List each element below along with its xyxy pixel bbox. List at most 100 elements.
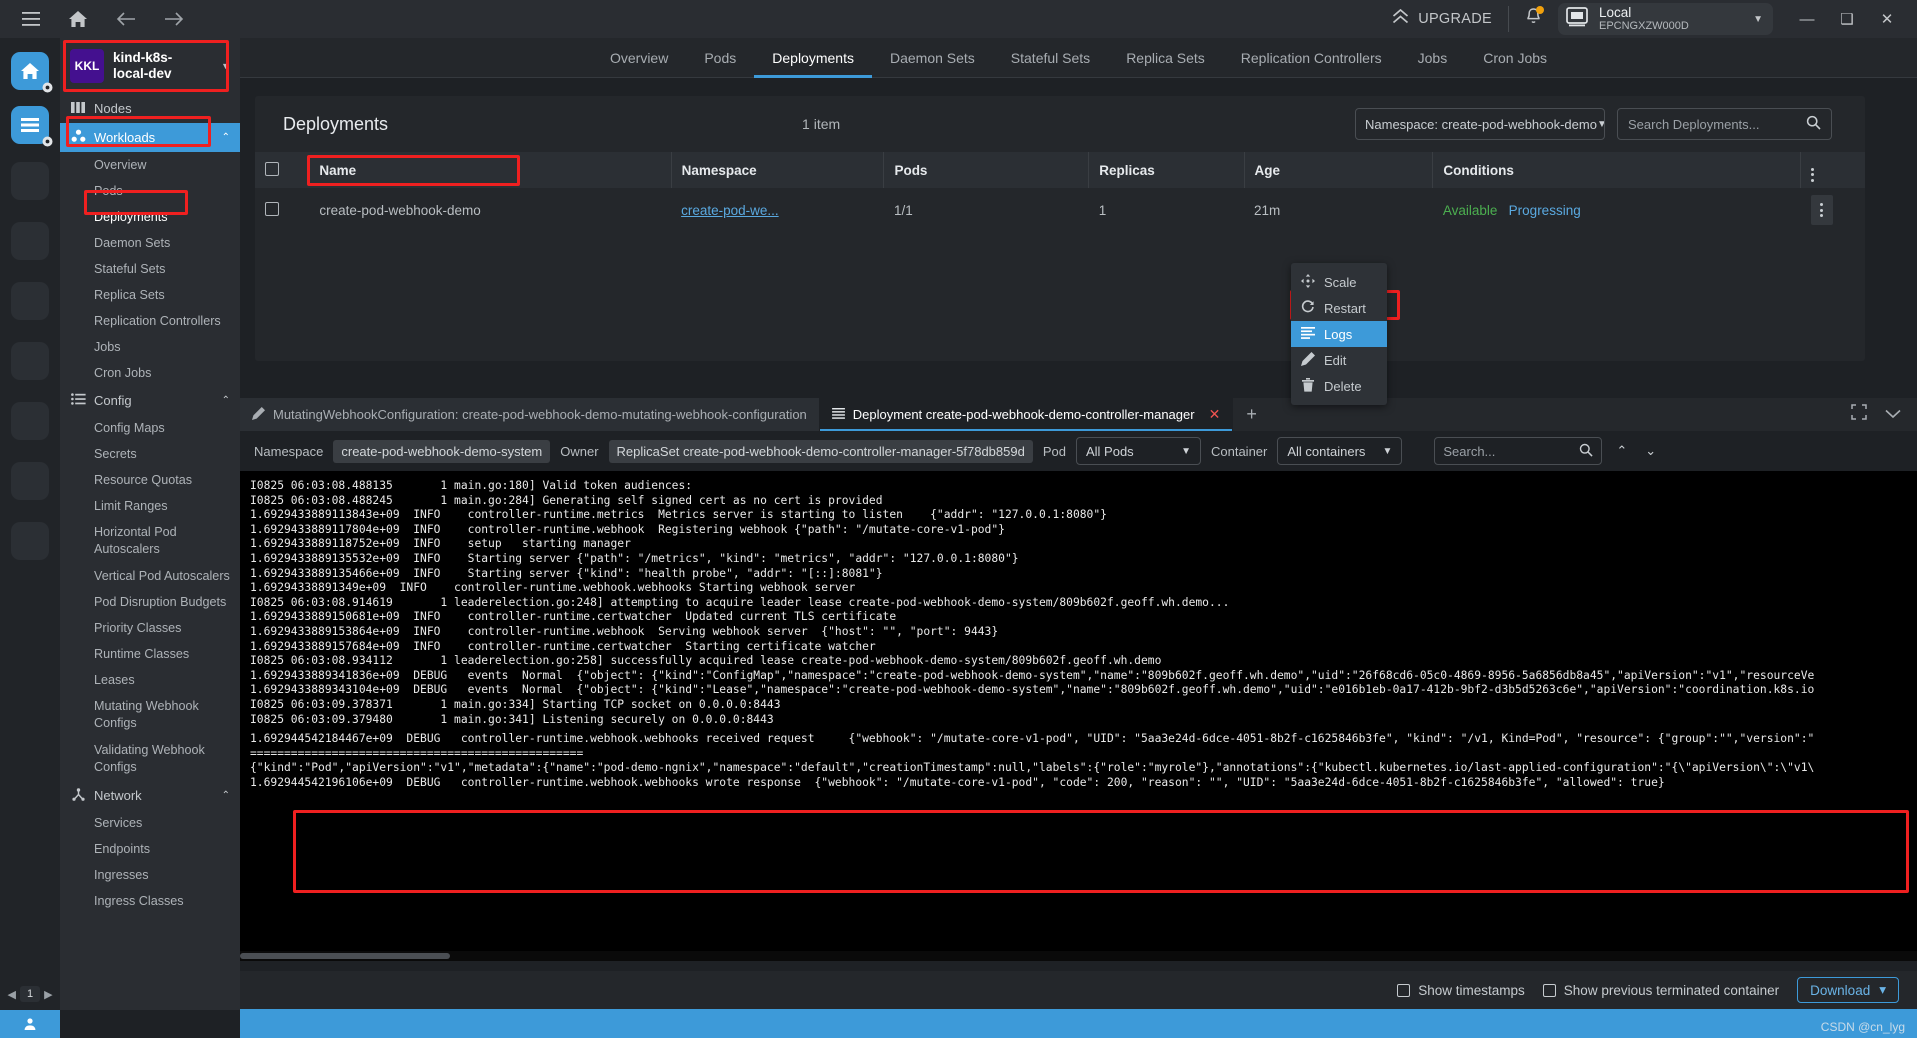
sidebar-item-daemon-sets[interactable]: Daemon Sets	[60, 230, 240, 256]
sidebar-item-deployments[interactable]: Deployments	[60, 204, 240, 230]
sidebar-item-priority-classes[interactable]: Priority Classes	[60, 615, 240, 641]
container-select[interactable]: All containers ▼	[1277, 437, 1403, 465]
col-name[interactable]: Name	[309, 152, 672, 188]
rail-prev-page[interactable]: ◀	[7, 988, 15, 1001]
minimize-button[interactable]: —	[1787, 0, 1827, 38]
rail-user-button[interactable]	[0, 1010, 60, 1038]
sidebar-item-stateful-sets[interactable]: Stateful Sets	[60, 256, 240, 282]
sidebar-item-limit-ranges[interactable]: Limit Ranges	[60, 493, 240, 519]
log-search-input[interactable]: Search...	[1434, 437, 1603, 465]
rail-placeholder-1[interactable]	[11, 162, 49, 200]
col-namespace[interactable]: Namespace	[671, 152, 885, 188]
select-all-checkbox[interactable]	[265, 161, 279, 176]
context-menu-item-restart[interactable]: Restart	[1291, 295, 1387, 321]
col-replicas[interactable]: Replicas	[1088, 152, 1245, 188]
rail-clusters-button[interactable]	[11, 106, 52, 146]
tab-replication-controllers[interactable]: Replication Controllers	[1223, 38, 1400, 78]
search-next-button[interactable]: ⌄	[1641, 443, 1660, 459]
rail-placeholder-7[interactable]	[11, 522, 49, 560]
sidebar-item-nodes[interactable]: Nodes	[60, 94, 240, 123]
sidebar-item-vertical-pod-autoscalers[interactable]: Vertical Pod Autoscalers	[60, 563, 240, 589]
cluster-context-selector[interactable]: KKL kind-k8s-local-dev ▼	[60, 38, 240, 94]
rail-placeholder-3[interactable]	[11, 282, 49, 320]
rail-placeholder-4[interactable]	[11, 342, 49, 380]
sidebar-item-endpoints[interactable]: Endpoints	[60, 836, 240, 862]
pod-select[interactable]: All Pods ▼	[1075, 437, 1201, 465]
show-previous-container-checkbox[interactable]: Show previous terminated container	[1542, 983, 1779, 998]
rail-placeholder-5[interactable]	[11, 402, 49, 440]
context-menu-item-edit[interactable]: Edit	[1291, 347, 1387, 373]
hamburger-menu-icon[interactable]	[22, 12, 40, 26]
log-tab-deployment[interactable]: Deployment create-pod-webhook-demo-contr…	[819, 398, 1234, 431]
notifications-button[interactable]	[1525, 6, 1544, 31]
home-icon[interactable]	[68, 10, 88, 28]
sidebar-item-leases[interactable]: Leases	[60, 667, 240, 693]
tab-replica-sets[interactable]: Replica Sets	[1108, 38, 1223, 78]
sidebar-item-pods[interactable]: Pods	[60, 178, 240, 204]
row-options-button[interactable]	[1810, 195, 1833, 225]
context-menu-item-logs[interactable]: Logs	[1291, 321, 1387, 347]
sidebar-item-validating-webhook-configs[interactable]: Validating Webhook Configs	[60, 737, 240, 781]
cell-actions[interactable]	[1801, 188, 1865, 232]
rail-next-page[interactable]: ▶	[44, 988, 52, 1001]
context-menu-item-scale[interactable]: Scale	[1291, 269, 1387, 295]
show-timestamps-checkbox[interactable]: Show timestamps	[1397, 983, 1525, 998]
col-age[interactable]: Age	[1244, 152, 1434, 188]
namespace-link[interactable]: create-pod-we...	[681, 203, 779, 218]
download-button[interactable]: Download ▾	[1797, 977, 1899, 1003]
row-select-cell[interactable]	[255, 188, 309, 232]
context-menu-item-delete[interactable]: Delete	[1291, 373, 1387, 399]
expand-icon[interactable]	[1851, 404, 1867, 425]
tab-overview[interactable]: Overview	[592, 38, 686, 78]
col-conditions[interactable]: Conditions	[1432, 152, 1802, 188]
select-all-header[interactable]	[255, 152, 310, 188]
table-row[interactable]: create-pod-webhook-demo create-pod-we...…	[255, 188, 1865, 232]
tab-deployments[interactable]: Deployments	[754, 38, 872, 78]
sidebar-item-replica-sets[interactable]: Replica Sets	[60, 282, 240, 308]
rail-placeholder-2[interactable]	[11, 222, 49, 260]
sidebar-item-resource-quotas[interactable]: Resource Quotas	[60, 467, 240, 493]
sidebar-item-network[interactable]: Network ⌃	[60, 781, 240, 810]
tab-daemon-sets[interactable]: Daemon Sets	[872, 38, 993, 78]
col-actions[interactable]	[1800, 152, 1865, 188]
tab-jobs[interactable]: Jobs	[1400, 38, 1466, 78]
sidebar-item-horizontal-pod-autoscalers[interactable]: Horizontal Pod Autoscalers	[60, 519, 240, 563]
namespace-select[interactable]: Namespace: create-pod-webhook-demo ▼	[1355, 108, 1605, 140]
tab-pods[interactable]: Pods	[686, 38, 754, 78]
sidebar-item-services[interactable]: Services	[60, 810, 240, 836]
sidebar-item-secrets[interactable]: Secrets	[60, 441, 240, 467]
sidebar-item-config[interactable]: Config ⌃	[60, 386, 240, 415]
maximize-button[interactable]: ❑	[1827, 0, 1867, 38]
log-output[interactable]: I0825 06:03:08.488135 1 main.go:180] Val…	[240, 471, 1917, 961]
rail-home-button[interactable]	[11, 52, 52, 92]
tab-cron-jobs[interactable]: Cron Jobs	[1465, 38, 1565, 78]
add-log-tab-button[interactable]: +	[1233, 398, 1270, 431]
close-icon[interactable]: ✕	[1209, 406, 1221, 423]
search-deployments-input[interactable]: Search Deployments...	[1617, 108, 1832, 140]
sidebar-item-jobs[interactable]: Jobs	[60, 334, 240, 360]
sidebar-item-mutating-webhook-configs[interactable]: Mutating Webhook Configs	[60, 693, 240, 737]
chevron-down-icon[interactable]	[1885, 406, 1901, 424]
log-tab-mutatingwebhookconfiguration[interactable]: MutatingWebhookConfiguration: create-pod…	[240, 398, 820, 431]
forward-arrow-icon[interactable]	[164, 11, 184, 27]
close-button[interactable]: ✕	[1867, 0, 1907, 38]
search-prev-button[interactable]: ⌃	[1612, 443, 1631, 459]
back-arrow-icon[interactable]	[116, 11, 136, 27]
sidebar-item-overview[interactable]: Overview	[60, 152, 240, 178]
checkbox[interactable]	[1542, 983, 1556, 997]
sidebar-item-config-maps[interactable]: Config Maps	[60, 415, 240, 441]
sidebar-item-cron-jobs[interactable]: Cron Jobs	[60, 360, 240, 386]
tab-stateful-sets[interactable]: Stateful Sets	[993, 38, 1108, 78]
col-pods[interactable]: Pods	[883, 152, 1090, 188]
sidebar-item-workloads[interactable]: Workloads ⌃	[60, 123, 240, 152]
sidebar-item-ingresses[interactable]: Ingresses	[60, 862, 240, 888]
rail-placeholder-6[interactable]	[11, 462, 49, 500]
sidebar-item-pod-disruption-budgets[interactable]: Pod Disruption Budgets	[60, 589, 240, 615]
sidebar-item-replication-controllers[interactable]: Replication Controllers	[60, 308, 240, 334]
checkbox[interactable]	[1397, 983, 1411, 997]
log-horizontal-scrollbar[interactable]	[240, 951, 1917, 961]
sidebar-item-runtime-classes[interactable]: Runtime Classes	[60, 641, 240, 667]
upgrade-button[interactable]: UPGRADE	[1392, 8, 1492, 29]
sidebar-item-ingress-classes[interactable]: Ingress Classes	[60, 888, 240, 914]
table-options-icon[interactable]	[1811, 167, 1815, 182]
